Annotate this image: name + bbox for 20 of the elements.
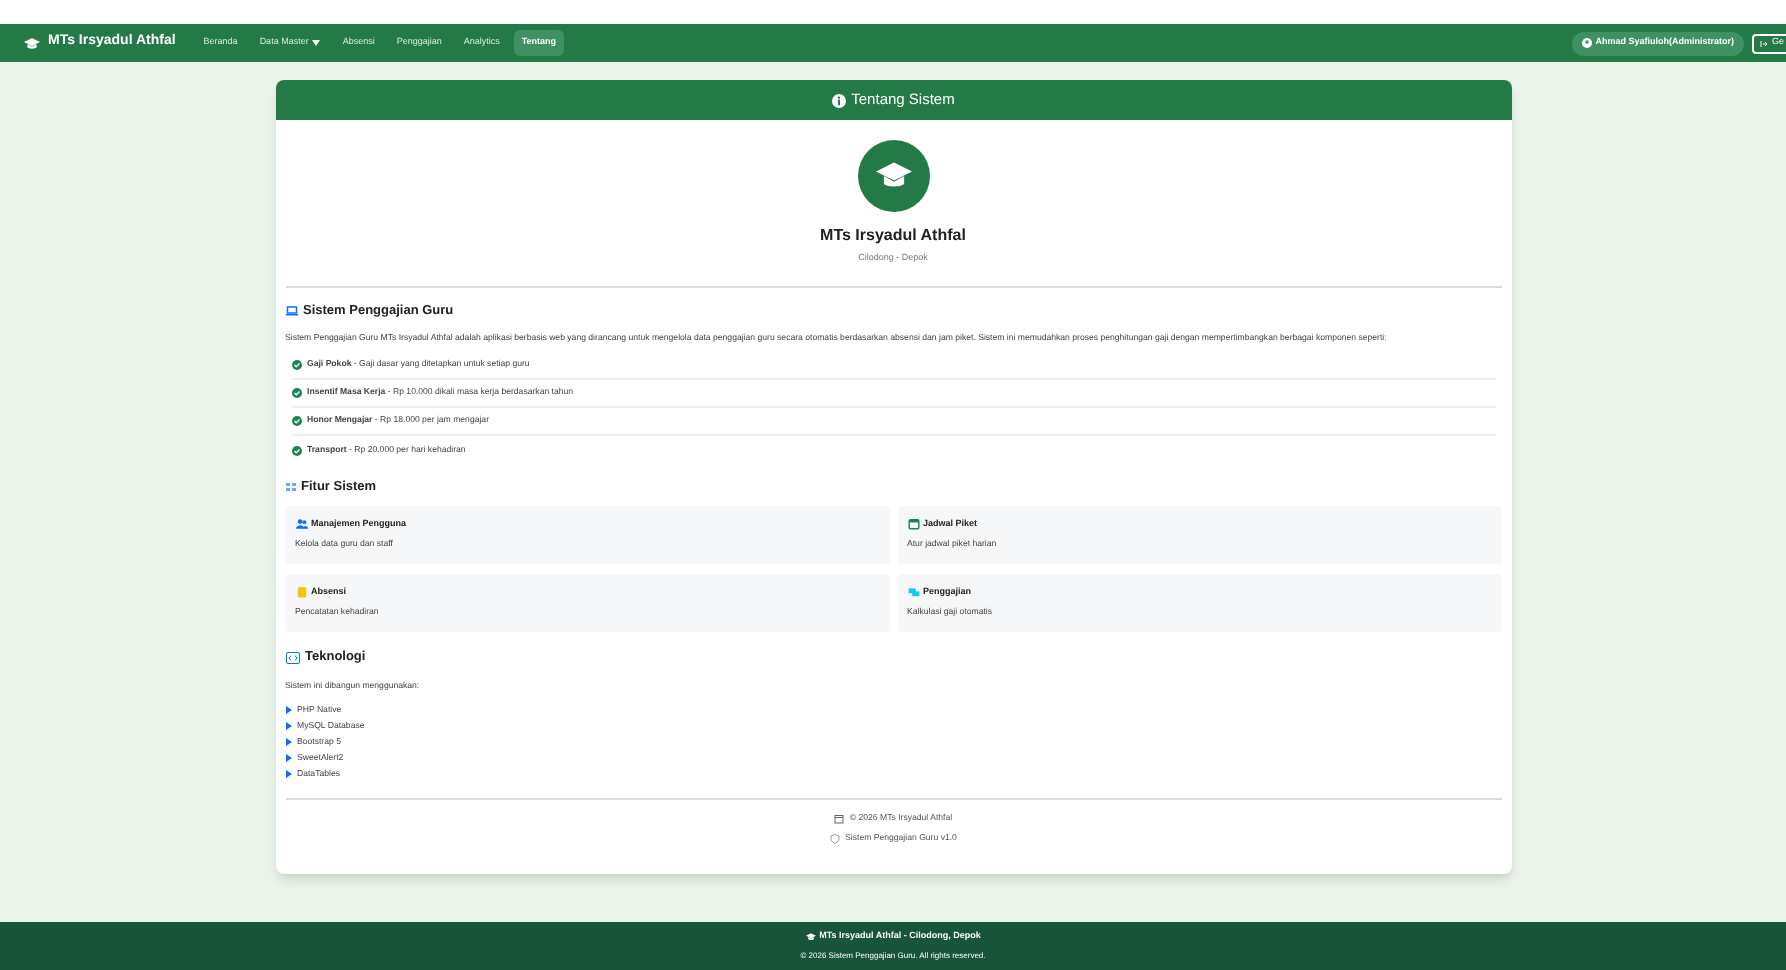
code-icon bbox=[285, 651, 299, 664]
clipboard-icon bbox=[295, 586, 307, 599]
check-circle-icon bbox=[291, 388, 301, 398]
money-icon bbox=[907, 586, 919, 599]
users-icon bbox=[295, 518, 307, 531]
user-icon bbox=[1581, 38, 1592, 48]
graduation-cap-icon bbox=[24, 35, 40, 51]
logout-icon bbox=[1759, 39, 1768, 47]
calendar-icon bbox=[833, 813, 844, 824]
school-name: MTs Irsyadul Athfal bbox=[820, 224, 966, 248]
calendar-icon bbox=[907, 518, 919, 531]
check-circle-icon bbox=[291, 360, 301, 370]
info-icon bbox=[831, 93, 846, 107]
shield-icon bbox=[829, 834, 840, 845]
laptop-icon bbox=[285, 306, 297, 317]
graduation-cap-icon bbox=[805, 932, 816, 942]
caret-icon bbox=[312, 40, 321, 46]
list-icon bbox=[285, 482, 295, 493]
check-circle-icon bbox=[291, 416, 301, 426]
check-circle-icon bbox=[291, 445, 301, 455]
